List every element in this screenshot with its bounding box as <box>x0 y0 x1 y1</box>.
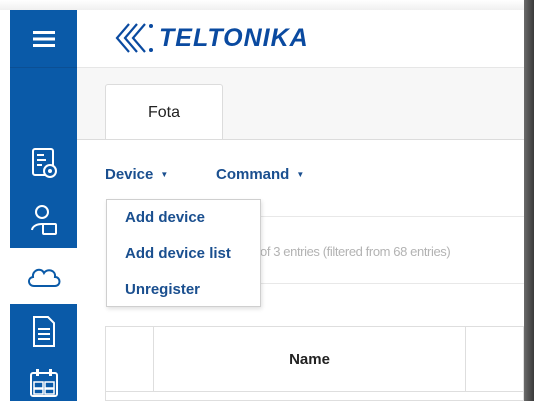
header: TELTONIKA <box>77 10 524 68</box>
column-header-name[interactable]: Name <box>154 327 466 391</box>
table-row-divider <box>106 391 525 392</box>
menu-item-add-device[interactable]: Add device <box>125 209 205 226</box>
sidebar-item-calendar[interactable] <box>10 355 77 401</box>
device-dropdown-menu: Add device Add device list Unregister <box>106 199 261 307</box>
caret-down-icon: ▼ <box>296 170 305 179</box>
calendar-icon <box>29 369 58 397</box>
cloud-icon <box>27 268 60 287</box>
command-menu-label: Command <box>216 166 290 183</box>
document-icon <box>32 316 55 347</box>
brand-logo[interactable]: TELTONIKA <box>107 21 309 55</box>
sidebar-item-document[interactable] <box>10 304 77 360</box>
device-menu-button[interactable]: Device ▼ <box>105 166 168 183</box>
window-edge <box>0 0 534 10</box>
teltonika-logo-icon <box>115 23 153 53</box>
tab-fota[interactable]: Fota <box>105 84 223 140</box>
select-all-header[interactable] <box>106 327 154 391</box>
brand-name: TELTONIKA <box>159 23 309 52</box>
command-menu-button[interactable]: Command ▼ <box>216 166 304 183</box>
user-keyboard-icon <box>30 205 57 235</box>
sidebar-menu-toggle[interactable] <box>10 10 77 68</box>
menu-item-unregister[interactable]: Unregister <box>125 281 200 298</box>
window-shadow-edge <box>524 0 534 401</box>
device-settings-icon <box>31 148 57 178</box>
menu-icon <box>32 30 55 47</box>
device-menu-label: Device <box>105 166 154 183</box>
devices-table: Name <box>105 326 525 401</box>
sidebar-item-cloud[interactable] <box>10 248 77 304</box>
main-content: Fota Device ▼ Command ▼ of 3 entries (fi… <box>77 68 525 401</box>
sidebar-item-device-settings[interactable] <box>10 136 77 192</box>
caret-down-icon: ▼ <box>160 170 169 179</box>
sidebar <box>10 10 77 401</box>
table-info-text: of 3 entries (filtered from 68 entries) <box>260 244 451 259</box>
app-window: TELTONIKA Fota Device ▼ Command ▼ of 3 e… <box>0 0 534 401</box>
menu-item-add-device-list[interactable]: Add device list <box>125 245 231 262</box>
sidebar-item-user[interactable] <box>10 192 77 248</box>
